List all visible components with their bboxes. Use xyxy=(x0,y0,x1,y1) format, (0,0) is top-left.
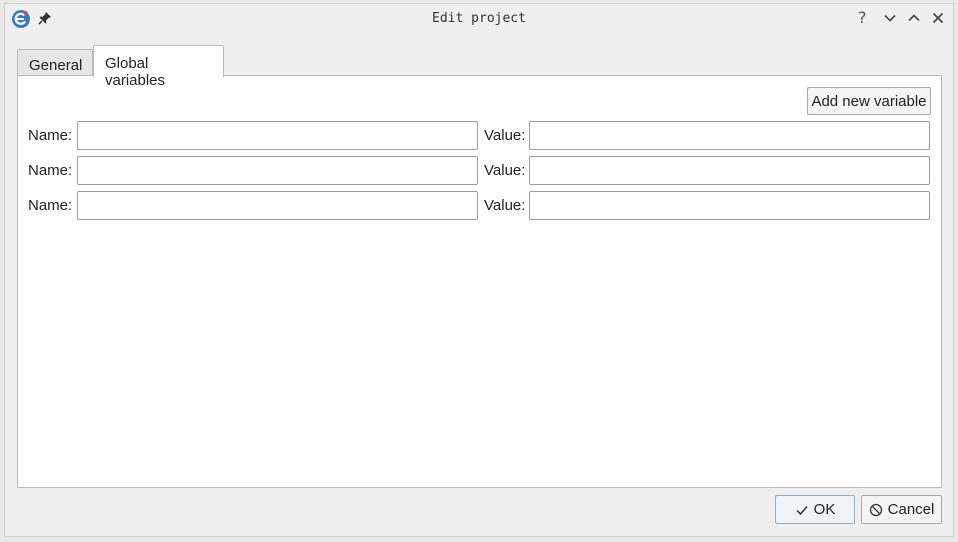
close-button[interactable] xyxy=(930,10,946,26)
value-label: Value: xyxy=(484,162,526,179)
global-variables-panel: Add new variable Name: Value: Name: Valu… xyxy=(17,75,942,488)
value-label: Value: xyxy=(484,197,526,214)
tab-general[interactable]: General xyxy=(17,49,93,76)
ok-button[interactable]: OK xyxy=(775,495,855,524)
check-icon xyxy=(796,505,808,515)
chevron-down-icon xyxy=(884,14,896,22)
name-label: Name: xyxy=(28,197,73,214)
help-button[interactable]: ? xyxy=(858,7,874,27)
name-label: Name: xyxy=(28,127,73,144)
cancel-button[interactable]: Cancel xyxy=(861,495,942,524)
variable-row: Name: Value: xyxy=(28,156,933,185)
name-label: Name: xyxy=(28,162,73,179)
value-input[interactable] xyxy=(529,191,930,220)
minimize-button[interactable] xyxy=(882,10,898,26)
value-input[interactable] xyxy=(529,121,930,150)
name-input[interactable] xyxy=(77,156,478,185)
cancel-icon xyxy=(869,503,882,516)
edit-project-dialog: Edit project ? General Global variables … xyxy=(4,3,954,537)
variable-row: Name: Value: xyxy=(28,121,933,150)
variable-row: Name: Value: xyxy=(28,191,933,220)
name-input[interactable] xyxy=(77,121,478,150)
cancel-label: Cancel xyxy=(887,501,935,518)
title-bar: Edit project ? xyxy=(5,4,953,34)
maximize-button[interactable] xyxy=(906,10,922,26)
window-title: Edit project xyxy=(432,11,526,26)
value-label: Value: xyxy=(484,127,526,144)
ok-label: OK xyxy=(813,501,836,518)
chevron-up-icon xyxy=(908,14,920,22)
add-new-variable-button[interactable]: Add new variable xyxy=(807,87,931,115)
name-input[interactable] xyxy=(77,191,478,220)
value-input[interactable] xyxy=(529,156,930,185)
tab-global-variables[interactable]: Global variables xyxy=(93,45,224,89)
close-icon xyxy=(932,12,944,24)
